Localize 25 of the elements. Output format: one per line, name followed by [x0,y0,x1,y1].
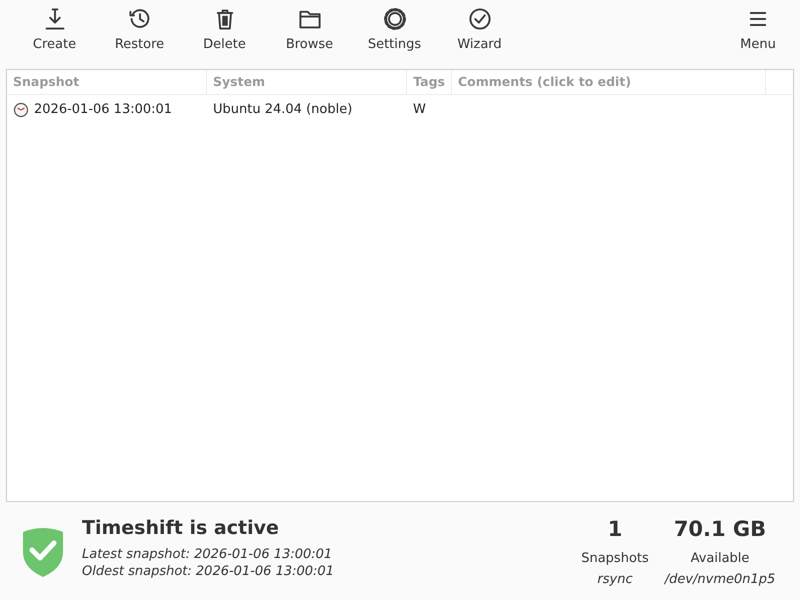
oldest-snapshot-text: Oldest snapshot: 2026-01-06 13:00:01 [82,562,334,580]
toolbar-button[interactable]: Delete [182,7,267,54]
gear-icon [382,7,406,31]
stat-label: Snapshots [581,550,649,568]
stat-detail: /dev/nvme0n1p5 [664,571,776,589]
clock-history-icon [128,7,152,31]
check-circle-icon [468,7,492,31]
download-arrow-icon [42,7,66,31]
toolbar-button[interactable]: Browse [267,7,352,54]
latest-snapshot-text: Latest snapshot: 2026-01-06 13:00:01 [82,546,334,562]
toolbar-button[interactable]: Settings [352,7,437,54]
table-cell-text: 2026-01-06 13:00:01 [34,101,172,120]
table-row[interactable]: 2026-01-06 13:00:01 Ubuntu 24.04 (noble) W [7,95,793,125]
table-cell-text: W [413,101,426,120]
toolbar-button[interactable]: Create [12,7,97,54]
status-title: Timeshift is active [82,516,280,541]
toolbar-button[interactable]: Wizard [437,7,522,54]
table-cell-text: Ubuntu 24.04 (noble) [213,101,352,120]
stat-label: Available [690,550,750,568]
menu-button[interactable]: Menu [728,7,788,54]
stat-value: 70.1 GB [674,516,766,543]
toolbar-button[interactable]: Restore [97,7,182,54]
clock-icon [13,102,29,118]
stat-detail: rsync [597,571,633,589]
stat-value: 1 [608,516,622,543]
